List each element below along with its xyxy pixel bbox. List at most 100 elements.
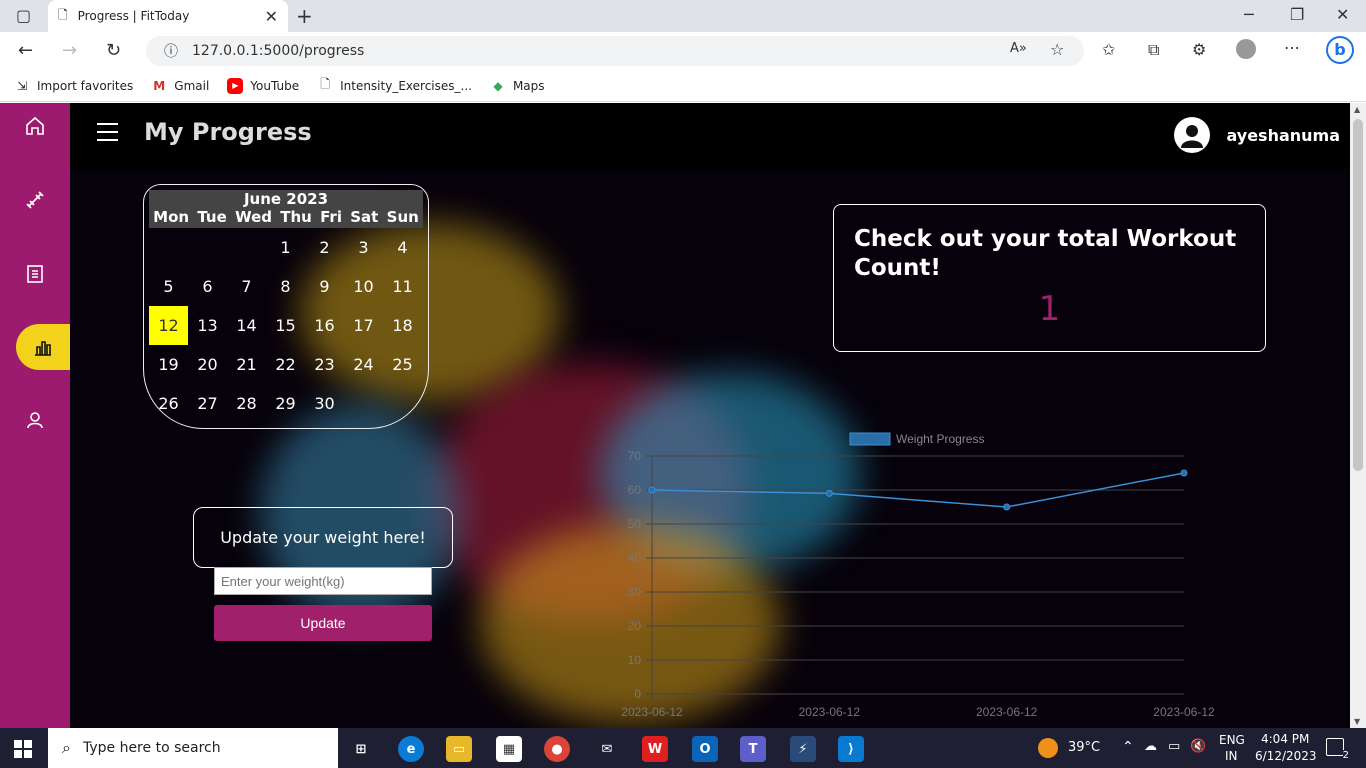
info-icon[interactable]: ⓘ — [164, 41, 178, 61]
chrome-icon[interactable]: ● — [544, 736, 570, 762]
user-menu[interactable]: ayeshanuma — [1174, 117, 1340, 153]
forward-icon[interactable]: → — [62, 40, 77, 61]
read-aloud-icon[interactable]: A» — [1010, 41, 1027, 56]
menu-icon[interactable] — [97, 123, 118, 141]
sidebar-item-progress[interactable] — [16, 324, 70, 370]
favorite-star-icon[interactable]: ☆ — [1050, 40, 1064, 59]
calendar-day[interactable]: 21 — [227, 345, 266, 384]
calendar-day[interactable]: 16 — [305, 306, 344, 345]
calendar-day[interactable]: 19 — [149, 345, 188, 384]
sidebar-item-exercises[interactable] — [0, 177, 70, 223]
profile-icon[interactable] — [1236, 39, 1256, 59]
weight-input[interactable] — [214, 567, 432, 595]
edge-icon[interactable]: e — [398, 736, 424, 762]
close-window-icon[interactable]: ✕ — [1336, 5, 1349, 24]
close-tab-icon[interactable]: ✕ — [265, 7, 278, 26]
new-tab-icon[interactable]: + — [296, 4, 313, 28]
favorite-youtube[interactable]: ▶ YouTube — [227, 77, 299, 94]
calendar-day[interactable]: 28 — [227, 384, 266, 423]
home-icon — [26, 116, 44, 135]
calendar-day[interactable]: 26 — [149, 384, 188, 423]
extensions-icon[interactable]: ⚙ — [1192, 40, 1206, 59]
more-icon[interactable]: ⋯ — [1284, 38, 1300, 57]
vscode-icon[interactable]: ⟩ — [838, 736, 864, 762]
favorite-intensity[interactable]: 🗋 Intensity_Exercises_... — [317, 77, 472, 94]
calendar-day[interactable]: 24 — [344, 345, 383, 384]
calendar-day[interactable]: 6 — [188, 267, 227, 306]
calendar-day[interactable]: 17 — [344, 306, 383, 345]
calendar-day[interactable]: 27 — [188, 384, 227, 423]
tray-chevron-icon[interactable]: ⌃ — [1122, 739, 1134, 755]
calendar-day[interactable]: 23 — [305, 345, 344, 384]
calendar-day[interactable]: 11 — [383, 267, 422, 306]
calendar-weekday: Wed — [235, 208, 272, 226]
calendar-day[interactable]: 14 — [227, 306, 266, 345]
calendar-day[interactable]: 9 — [305, 267, 344, 306]
scrollbar-thumb[interactable] — [1353, 119, 1363, 471]
clock-date[interactable]: 6/12/2023 — [1255, 749, 1317, 763]
refresh-icon[interactable]: ↻ — [106, 40, 121, 61]
weather-icon[interactable] — [1038, 738, 1058, 758]
calendar-day[interactable]: 4 — [383, 228, 422, 267]
calendar-day[interactable]: 30 — [305, 384, 344, 423]
region[interactable]: IN — [1225, 749, 1238, 763]
task-view-icon[interactable]: ⊞ — [348, 736, 374, 762]
restore-icon[interactable]: ❐ — [1290, 5, 1304, 24]
calendar-day[interactable]: 29 — [266, 384, 305, 423]
calendar-day[interactable]: 15 — [266, 306, 305, 345]
page-body: My Progress ayeshanuma June 2023 Mon Tue W… — [0, 103, 1350, 728]
store-icon[interactable]: ▦ — [496, 736, 522, 762]
sidebar-item-profile[interactable] — [0, 397, 70, 443]
clock-time[interactable]: 4:04 PM — [1261, 732, 1309, 746]
file-explorer-icon[interactable]: ▭ — [446, 736, 472, 762]
back-icon[interactable]: ← — [18, 40, 33, 61]
calendar-day[interactable]: 2 — [305, 228, 344, 267]
favorite-import[interactable]: ⇲ Import favorites — [14, 78, 133, 94]
calendar-day[interactable]: 5 — [149, 267, 188, 306]
windows-start-icon[interactable] — [14, 740, 32, 758]
tab-actions-icon[interactable]: ▢ — [16, 6, 31, 25]
network-icon[interactable]: ☁ — [1144, 739, 1157, 754]
browser-tab[interactable]: 🗋 Progress | FitToday ✕ — [48, 0, 288, 32]
data-point — [1003, 503, 1011, 511]
address-bar[interactable]: ⓘ 127.0.0.1:5000/progress — [146, 36, 1084, 66]
mail-icon[interactable]: ✉ — [594, 736, 620, 762]
sidebar-item-plans[interactable] — [0, 250, 70, 296]
calendar-day[interactable]: 13 — [188, 306, 227, 345]
outlook-icon[interactable]: O — [692, 736, 718, 762]
taskbar-search[interactable]: ⌕ Type here to search — [48, 728, 338, 768]
calendar-day[interactable]: 10 — [344, 267, 383, 306]
calendar-day[interactable]: 18 — [383, 306, 422, 345]
gmail-icon: M — [153, 78, 166, 93]
teams-icon[interactable]: T — [740, 736, 766, 762]
page-scrollbar[interactable]: ▲ ▼ — [1350, 103, 1366, 728]
update-button[interactable]: Update — [214, 605, 432, 641]
y-tick-label: 50 — [628, 517, 642, 531]
favorite-gmail[interactable]: M Gmail — [151, 78, 209, 94]
x-tick-label: 2023-06-12 — [621, 705, 683, 719]
calendar-day[interactable]: 7 — [227, 267, 266, 306]
search-placeholder: Type here to search — [82, 740, 221, 756]
collections-icon[interactable]: ⧉ — [1148, 40, 1159, 60]
mysql-workbench-icon[interactable]: ⚡ — [790, 736, 816, 762]
notification-icon[interactable]: 2 — [1326, 738, 1349, 761]
sidebar — [0, 103, 70, 728]
calendar-day[interactable]: 25 — [383, 345, 422, 384]
bing-icon[interactable]: b — [1326, 36, 1354, 64]
username: ayeshanuma — [1226, 125, 1340, 145]
sidebar-item-home[interactable] — [0, 103, 70, 149]
favorites-icon[interactable]: ✩ — [1102, 40, 1115, 59]
calendar-day-today[interactable]: 12 — [149, 306, 188, 345]
calendar-day[interactable]: 22 — [266, 345, 305, 384]
calendar-day[interactable]: 1 — [266, 228, 305, 267]
calendar-day[interactable]: 3 — [344, 228, 383, 267]
minimize-icon[interactable]: ─ — [1244, 5, 1254, 24]
volume-muted-icon[interactable]: 🔇 — [1190, 739, 1206, 754]
weather-temp[interactable]: 39°C — [1068, 740, 1100, 755]
wps-icon[interactable]: W — [642, 736, 668, 762]
favorite-maps[interactable]: ◆ Maps — [490, 78, 544, 94]
calendar-day[interactable]: 20 — [188, 345, 227, 384]
calendar-day[interactable]: 8 — [266, 267, 305, 306]
display-icon[interactable]: ▭ — [1168, 739, 1180, 754]
language[interactable]: ENG — [1219, 733, 1245, 747]
